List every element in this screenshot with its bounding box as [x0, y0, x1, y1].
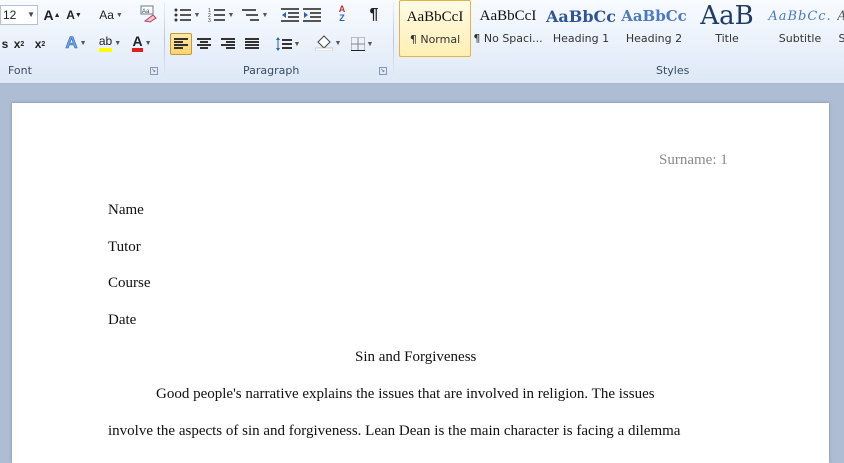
align-right-icon: [221, 38, 235, 49]
style-subtle-emphasis[interactable]: A S: [837, 0, 844, 57]
line-spacing-icon: [275, 37, 292, 51]
chevron-down-icon: ▼: [144, 39, 152, 47]
chevron-down-icon: ▼: [366, 40, 374, 48]
font-color-button[interactable]: A ▼: [127, 33, 157, 53]
bullets-button[interactable]: ▼: [172, 5, 202, 25]
multilevel-list-button[interactable]: ▼: [240, 5, 270, 25]
styles-group-label: Styles: [656, 64, 690, 77]
increase-indent-icon: [303, 8, 321, 22]
style-title[interactable]: AaB Title: [691, 0, 763, 57]
paint-bucket-icon: [314, 35, 333, 51]
style-heading-2[interactable]: AaBbCc Heading 2: [618, 0, 690, 57]
group-separator: [164, 2, 165, 80]
shading-button[interactable]: ▼: [314, 33, 342, 53]
clear-formatting-icon: Aa: [140, 5, 157, 23]
subscript-button[interactable]: x2: [11, 34, 27, 54]
up-caret-icon: ▲: [53, 11, 61, 19]
styles-gallery: AaBbCcI ¶ Normal AaBbCcI ¶ No Spaci... A…: [399, 0, 844, 60]
strikethrough-fragment[interactable]: s: [0, 34, 10, 54]
clear-formatting-button[interactable]: Aa: [138, 4, 158, 24]
font-group-label: Font: [8, 64, 32, 77]
chevron-down-icon: ▼: [115, 11, 123, 19]
highlight-button[interactable]: ab ▼: [94, 33, 126, 53]
bullets-icon: [174, 8, 191, 22]
paragraph-line: involve the aspects of sin and forgivene…: [108, 423, 681, 439]
chevron-down-icon: ▼: [334, 39, 342, 47]
grow-font-button[interactable]: A ▲: [43, 5, 61, 25]
pilcrow-icon: ¶: [369, 6, 379, 23]
chevron-down-icon: ▼: [293, 40, 301, 48]
tutor-line: Tutor: [108, 239, 141, 255]
svg-text:3: 3: [208, 18, 211, 22]
sort-button[interactable]: AZ: [332, 4, 352, 24]
paragraph-line: Good people's narrative explains the iss…: [156, 386, 655, 402]
justify-button[interactable]: [242, 34, 262, 54]
superscript-button[interactable]: x2: [32, 34, 48, 54]
down-caret-icon: ▼: [74, 11, 82, 19]
ribbon: 12 ▼ A ▲ A ▼ Aa ▼ Aa s x2 x2 A ▼ ab ▼ A ▼ Font…: [0, 0, 844, 84]
align-right-button[interactable]: [218, 34, 238, 54]
multilevel-list-icon: [241, 9, 259, 21]
paragraph-group-label: Paragraph: [243, 64, 300, 77]
highlight-icon: ab: [98, 34, 113, 52]
decrease-indent-icon: [281, 8, 299, 22]
show-formatting-button[interactable]: ¶: [364, 5, 384, 25]
style-heading-1[interactable]: AaBbCc Heading 1: [545, 0, 617, 57]
increase-indent-button[interactable]: [302, 5, 322, 25]
align-center-button[interactable]: [194, 34, 214, 54]
decrease-indent-button[interactable]: [280, 5, 300, 25]
style-no-spacing[interactable]: AaBbCcI ¶ No Spaci...: [472, 0, 544, 57]
font-size-value: 12: [3, 8, 17, 22]
document-page[interactable]: Surname: 1 Name Tutor Course Date Sin an…: [12, 103, 829, 463]
page-header: Surname: 1: [659, 152, 728, 168]
svg-text:Aa: Aa: [142, 9, 150, 15]
line-spacing-button[interactable]: ▼: [274, 34, 302, 54]
chevron-down-icon: ▼: [79, 39, 87, 47]
justify-icon: [245, 38, 259, 49]
numbering-icon: 1 2 3: [208, 8, 225, 22]
style-subtitle[interactable]: AaBbCc. Subtitle: [764, 0, 836, 57]
font-dialog-launcher-icon[interactable]: ↘: [150, 67, 158, 75]
group-separator: [393, 2, 394, 80]
course-line: Course: [108, 275, 151, 291]
borders-button[interactable]: ▼: [348, 34, 376, 54]
document-title: Sin and Forgiveness: [355, 349, 477, 365]
change-case-button[interactable]: Aa ▼: [96, 5, 126, 25]
style-normal[interactable]: AaBbCcI ¶ Normal: [399, 0, 471, 57]
chevron-down-icon[interactable]: ▼: [27, 6, 35, 24]
shrink-font-button[interactable]: A ▼: [66, 5, 82, 25]
chevron-down-icon: ▼: [261, 11, 269, 19]
font-color-icon: A: [132, 34, 143, 52]
font-size-box[interactable]: 12 ▼: [0, 5, 38, 25]
align-left-button[interactable]: [170, 33, 192, 55]
numbering-button[interactable]: 1 2 3 ▼: [206, 5, 236, 25]
date-line: Date: [108, 312, 137, 328]
name-line: Name: [108, 202, 144, 218]
chevron-down-icon: ▼: [227, 11, 235, 19]
align-left-icon: [174, 38, 188, 49]
borders-icon: [350, 37, 365, 51]
paragraph-dialog-launcher-icon[interactable]: ↘: [379, 67, 387, 75]
align-center-icon: [197, 38, 211, 49]
chevron-down-icon: ▼: [114, 39, 122, 47]
text-effects-button[interactable]: A ▼: [62, 33, 90, 53]
chevron-down-icon: ▼: [193, 11, 201, 19]
